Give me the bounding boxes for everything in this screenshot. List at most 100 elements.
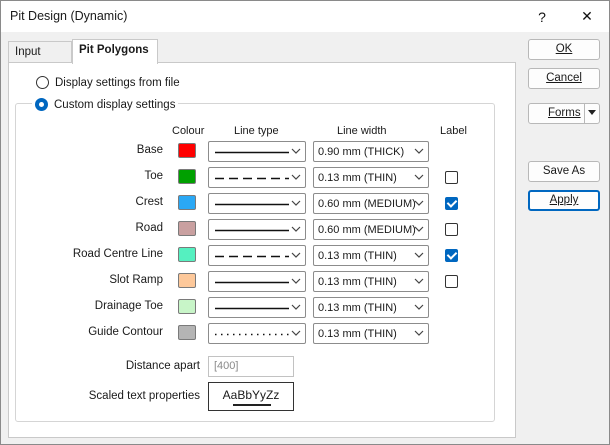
- line-width-value: 0.60 mm (MEDIUM): [318, 198, 416, 210]
- colour-swatch-button[interactable]: [178, 299, 196, 314]
- radio-display-from-file[interactable]: Display settings from file: [36, 76, 180, 89]
- scaled-text-label: Scaled text properties: [88, 390, 200, 402]
- line-width-value: 0.13 mm (THIN): [318, 302, 397, 314]
- ok-button[interactable]: OK: [528, 39, 600, 60]
- help-button[interactable]: ?: [520, 1, 564, 32]
- apply-label: Apply: [549, 194, 579, 206]
- column-header-line-width: Line width: [337, 125, 387, 137]
- line-width-dropdown[interactable]: 0.60 mm (MEDIUM): [313, 219, 429, 240]
- label-checkbox[interactable]: [445, 197, 458, 210]
- line-width-dropdown[interactable]: 0.90 mm (THICK): [313, 141, 429, 162]
- line-width-dropdown[interactable]: 0.13 mm (THIN): [313, 245, 429, 266]
- forms-dropdown-icon[interactable]: [588, 110, 596, 116]
- column-header-label: Label: [440, 125, 467, 137]
- chevron-down-icon: [414, 278, 424, 284]
- label-checkbox[interactable]: [445, 249, 458, 262]
- chevron-down-icon: [291, 174, 301, 180]
- column-header-line-type: Line type: [234, 125, 279, 137]
- scaled-text-sample: AaBbYyZz: [222, 388, 280, 402]
- line-width-dropdown[interactable]: 0.13 mm (THIN): [313, 297, 429, 318]
- chevron-down-icon: [291, 200, 301, 206]
- radio-custom-settings[interactable]: Custom display settings: [32, 98, 179, 111]
- text-underline-sample: [233, 404, 271, 406]
- tab-pit-polygons[interactable]: Pit Polygons: [72, 39, 158, 64]
- line-type-sample: [215, 281, 289, 284]
- colour-swatch-button[interactable]: [178, 221, 196, 236]
- line-type-sample: [215, 229, 289, 232]
- chevron-down-icon: [414, 174, 424, 180]
- title-bar: Pit Design (Dynamic) ? ✕: [1, 1, 609, 32]
- colour-swatch-button[interactable]: [178, 325, 196, 340]
- distance-apart-input[interactable]: [400]: [208, 356, 294, 377]
- colour-swatch-button[interactable]: [178, 169, 196, 184]
- radio-label: Display settings from file: [55, 76, 180, 89]
- line-type-dropdown[interactable]: [208, 193, 306, 214]
- save-as-button[interactable]: Save As: [528, 161, 600, 182]
- scaled-text-properties-button[interactable]: AaBbYyZz: [208, 382, 294, 411]
- line-width-value: 0.13 mm (THIN): [318, 172, 397, 184]
- row-label: Crest: [135, 196, 163, 208]
- cancel-button[interactable]: Cancel: [528, 68, 600, 89]
- line-width-dropdown[interactable]: 0.13 mm (THIN): [313, 323, 429, 344]
- row-label: Base: [136, 144, 163, 156]
- chevron-down-icon: [291, 226, 301, 232]
- chevron-down-icon: [291, 252, 301, 258]
- forms-label: Forms: [548, 107, 581, 119]
- chevron-down-icon: [291, 148, 301, 154]
- line-type-dropdown[interactable]: [208, 245, 306, 266]
- radio-button[interactable]: [36, 76, 49, 89]
- chevron-down-icon: [291, 304, 301, 310]
- row-label: Toe: [144, 170, 163, 182]
- row-label: Road Centre Line: [72, 248, 163, 260]
- colour-swatch-button[interactable]: [178, 195, 196, 210]
- line-type-dropdown[interactable]: [208, 141, 306, 162]
- line-type-sample: [215, 333, 289, 336]
- line-type-sample: [215, 307, 289, 310]
- line-type-dropdown[interactable]: [208, 219, 306, 240]
- line-width-value: 0.90 mm (THICK): [318, 146, 405, 158]
- chevron-down-icon: [414, 148, 424, 154]
- line-type-sample: [215, 203, 289, 206]
- help-icon: ?: [538, 8, 546, 25]
- column-header-colour: Colour: [172, 125, 205, 137]
- line-type-dropdown[interactable]: [208, 271, 306, 292]
- chevron-down-icon: [414, 226, 424, 232]
- row-label: Drainage Toe: [94, 300, 163, 312]
- chevron-down-icon: [414, 252, 424, 258]
- line-width-value: 0.13 mm (THIN): [318, 328, 397, 340]
- close-icon: ✕: [581, 8, 593, 24]
- chevron-down-icon: [291, 330, 301, 336]
- label-checkbox[interactable]: [445, 171, 458, 184]
- close-button[interactable]: ✕: [565, 1, 609, 32]
- line-width-value: 0.13 mm (THIN): [318, 250, 397, 262]
- row-label: Guide Contour: [88, 326, 163, 338]
- apply-button[interactable]: Apply: [528, 190, 600, 211]
- line-width-dropdown[interactable]: 0.13 mm (THIN): [313, 167, 429, 188]
- colour-swatch-button[interactable]: [178, 247, 196, 262]
- line-width-value: 0.60 mm (MEDIUM): [318, 224, 416, 236]
- dialog-window: Pit Design (Dynamic) ? ✕ Input Data Pit …: [0, 0, 610, 445]
- label-checkbox[interactable]: [445, 223, 458, 236]
- ok-label: OK: [555, 43, 573, 55]
- line-type-dropdown[interactable]: [208, 323, 306, 344]
- tab-input-data[interactable]: Input Data: [8, 41, 72, 78]
- line-width-dropdown[interactable]: 0.60 mm (MEDIUM): [313, 193, 429, 214]
- line-type-dropdown[interactable]: [208, 167, 306, 188]
- line-type-dropdown[interactable]: [208, 297, 306, 318]
- colour-swatch-button[interactable]: [178, 273, 196, 288]
- radio-label: Custom display settings: [54, 98, 176, 111]
- line-type-sample: [215, 177, 289, 180]
- row-label: Slot Ramp: [109, 274, 163, 286]
- chevron-down-icon: [414, 200, 424, 206]
- line-width-dropdown[interactable]: 0.13 mm (THIN): [313, 271, 429, 292]
- radio-button[interactable]: [35, 98, 48, 111]
- line-type-sample: [215, 255, 289, 258]
- colour-swatch-button[interactable]: [178, 143, 196, 158]
- distance-apart-label: Distance apart: [125, 360, 200, 372]
- forms-split-divider: [584, 104, 585, 123]
- chevron-down-icon: [291, 278, 301, 284]
- chevron-down-icon: [414, 330, 424, 336]
- label-checkbox[interactable]: [445, 275, 458, 288]
- cancel-label: Cancel: [546, 72, 582, 84]
- row-label: Road: [135, 222, 164, 234]
